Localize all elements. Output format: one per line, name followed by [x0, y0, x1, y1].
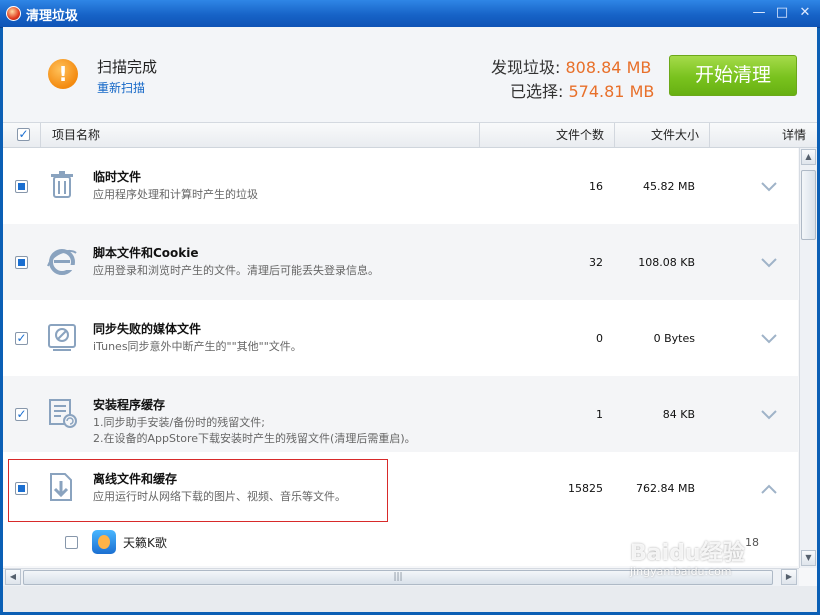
media-icon: [48, 324, 76, 351]
row-file-count: 32: [589, 256, 603, 269]
row-file-count: 15825: [568, 482, 603, 495]
column-header: ✓ 项目名称 文件个数 文件大小 详情: [3, 123, 817, 148]
found-junk: 发现垃圾: 808.84 MB: [491, 54, 651, 78]
sub-item-name: 天籁K歌: [123, 536, 167, 550]
row-description: 应用程序处理和计算时产生的垃圾: [93, 188, 258, 201]
found-value: 808.84 MB: [565, 58, 652, 77]
window-title: 清理垃圾: [26, 9, 79, 24]
select-all-checkbox[interactable]: ✓: [17, 128, 30, 141]
watermark-url: jingyan.baidu.com: [630, 565, 732, 578]
list-item[interactable]: ✓ 安装程序缓存 1.同步助手安装/备份时的残留文件; 2.在设备的AppSto…: [3, 376, 798, 452]
app-icon: [92, 530, 116, 554]
row-file-size: 762.84 MB: [635, 482, 695, 495]
column-detail[interactable]: 详情: [782, 123, 806, 147]
collapse-chevron-icon[interactable]: [760, 482, 778, 496]
list-item[interactable]: 临时文件 应用程序处理和计算时产生的垃圾 16 45.82 MB: [3, 148, 798, 224]
row-title: 同步失败的媒体文件: [93, 322, 202, 336]
column-divider: [40, 123, 41, 147]
column-name[interactable]: 项目名称: [52, 123, 100, 147]
expand-chevron-icon[interactable]: [760, 408, 778, 422]
row-file-size: 84 KB: [662, 408, 695, 421]
scan-status: 扫描完成: [97, 58, 158, 76]
expand-chevron-icon[interactable]: [760, 180, 778, 194]
expand-chevron-icon[interactable]: [760, 332, 778, 346]
app-window: 清理垃圾 — □ ✕ ! 扫描完成 重新扫描 发现垃圾: 808.84 MB 已…: [0, 0, 820, 615]
main-panel: ! 扫描完成 重新扫描 发现垃圾: 808.84 MB 已选择: 574.81 …: [3, 27, 817, 612]
rescan-link[interactable]: 重新扫描: [97, 79, 145, 96]
list-item[interactable]: 脚本文件和Cookie 应用登录和浏览时产生的文件。清理后可能丢失登录信息。 3…: [3, 224, 798, 300]
maximize-button[interactable]: □: [773, 4, 791, 22]
vertical-scrollbar[interactable]: ▲ ▼: [799, 148, 817, 568]
title-bar[interactable]: 清理垃圾 — □ ✕: [0, 0, 820, 28]
column-size[interactable]: 文件大小: [651, 123, 699, 147]
row-title: 安装程序缓存: [93, 398, 166, 412]
vertical-scroll-thumb[interactable]: [801, 170, 816, 240]
row-description: 1.同步助手安装/备份时的残留文件;: [93, 416, 265, 429]
column-divider: [479, 123, 480, 147]
ie-icon: [47, 249, 77, 275]
column-divider: [709, 123, 710, 147]
selected-label: 已选择:: [510, 82, 564, 101]
expand-chevron-icon[interactable]: [760, 256, 778, 270]
list-item[interactable]: ✓ 同步失败的媒体文件 iTunes同步意外中断产生的""其他""文件。 0 0…: [3, 300, 798, 376]
row-file-size: 108.08 KB: [638, 256, 695, 269]
column-divider: [614, 123, 615, 147]
row-file-size: 45.82 MB: [642, 180, 695, 193]
row-file-count: 1: [596, 408, 603, 421]
row-description: 应用登录和浏览时产生的文件。清理后可能丢失登录信息。: [93, 264, 379, 277]
scroll-up-icon[interactable]: ▲: [801, 149, 816, 165]
row-file-count: 0: [596, 332, 603, 345]
found-label: 发现垃圾:: [491, 58, 561, 77]
row-title: 临时文件: [93, 170, 142, 184]
scan-summary: ! 扫描完成 重新扫描 发现垃圾: 808.84 MB 已选择: 574.81 …: [3, 27, 817, 123]
row-checkbox[interactable]: [15, 180, 28, 193]
scroll-right-icon[interactable]: ▶: [781, 569, 797, 585]
installer-cache-icon: [49, 399, 77, 428]
minimize-button[interactable]: —: [750, 4, 768, 22]
row-file-count: 16: [589, 180, 603, 193]
row-file-size: 0 Bytes: [653, 332, 695, 345]
row-checkbox[interactable]: ✓: [15, 408, 28, 421]
start-clean-button[interactable]: 开始清理: [669, 55, 797, 96]
watermark-brand: Baidu经验: [630, 541, 745, 566]
selected-value: 574.81 MB: [568, 82, 655, 101]
row-checkbox[interactable]: [15, 256, 28, 269]
row-title: 脚本文件和Cookie: [93, 246, 199, 260]
scroll-down-icon[interactable]: ▼: [801, 550, 816, 566]
app-logo-icon: [6, 6, 21, 21]
row-description-line2: 2.在设备的AppStore下载安装时产生的残留文件(清理后需重启)。: [93, 432, 416, 445]
warning-icon: !: [48, 59, 78, 89]
close-button[interactable]: ✕: [796, 4, 814, 22]
sub-item-checkbox[interactable]: [65, 536, 78, 549]
status-bar: [3, 586, 817, 612]
scroll-left-icon[interactable]: ◀: [5, 569, 21, 585]
trash-icon: [51, 171, 73, 198]
row-checkbox[interactable]: ✓: [15, 332, 28, 345]
column-count[interactable]: 文件个数: [556, 123, 604, 147]
selection-highlight: [8, 459, 388, 522]
selected-junk: 已选择: 574.81 MB: [510, 78, 654, 102]
row-description: iTunes同步意外中断产生的""其他""文件。: [93, 340, 302, 353]
